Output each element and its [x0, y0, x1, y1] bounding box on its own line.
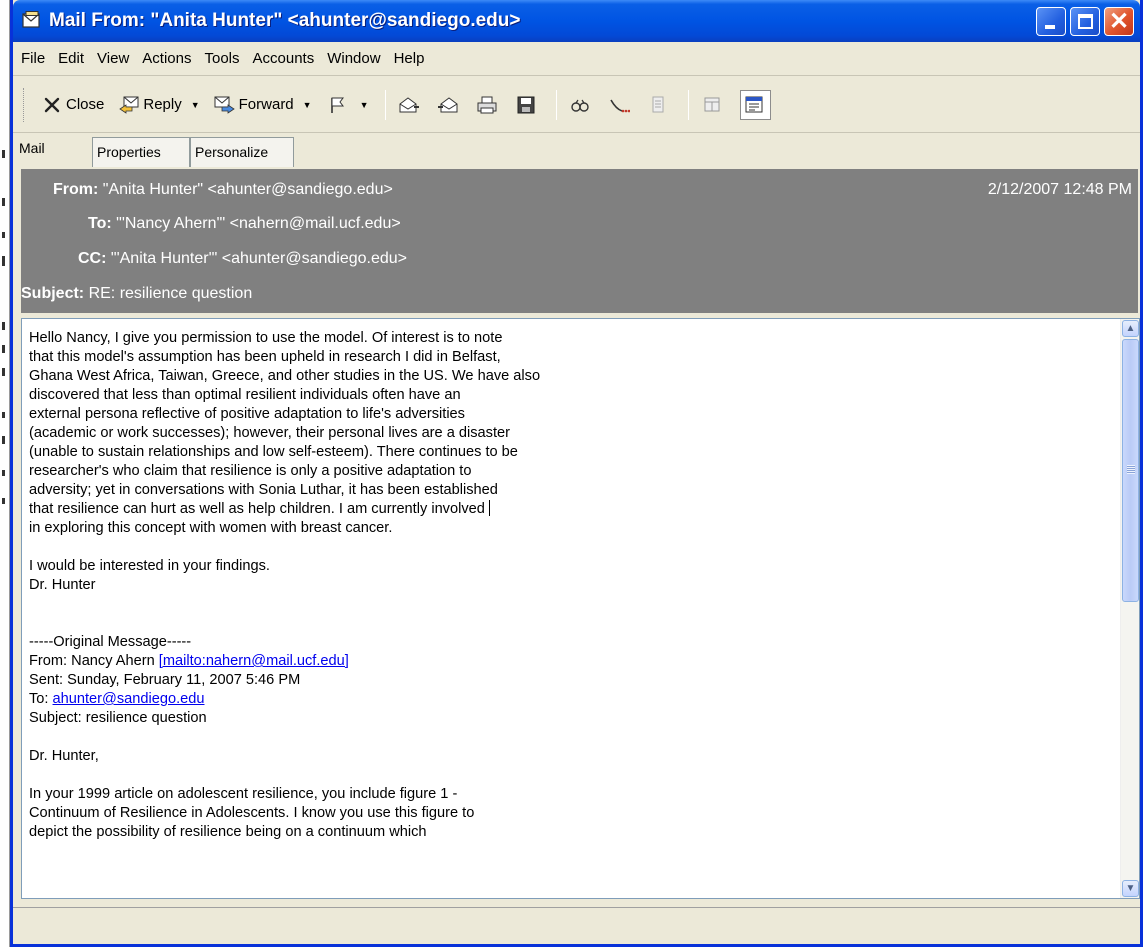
menu-edit[interactable]: Edit [58, 50, 84, 67]
menu-view[interactable]: View [97, 50, 129, 67]
original-from-mailto-link[interactable]: [mailto:nahern@mail.ucf.edu] [159, 653, 349, 669]
notes-button[interactable] [647, 90, 672, 120]
original-subject: Subject: resilience question [29, 710, 207, 726]
reply-icon [119, 96, 139, 114]
close-message-button[interactable]: Close [41, 90, 104, 120]
window-title: Mail From: "Anita Hunter" <ahunter@sandi… [49, 10, 521, 31]
toolbar-grip[interactable] [23, 87, 27, 122]
previous-message-icon [437, 96, 457, 112]
maximize-icon [1078, 14, 1093, 29]
flag-icon [330, 97, 344, 113]
to-row: To: "'Nancy Ahern'" <nahern@mail.ucf.edu… [88, 215, 401, 233]
reply-dropdown-icon[interactable]: ▼ [191, 100, 200, 110]
message-body[interactable]: Hello Nancy, I give you permission to us… [29, 329, 1114, 894]
original-body: In your 1999 article on adolescent resil… [29, 786, 475, 840]
subject-label: Subject: [21, 285, 85, 302]
view-layout-button[interactable] [701, 90, 726, 120]
print-button[interactable] [476, 90, 501, 120]
original-greeting: Dr. Hunter, [29, 748, 99, 764]
mail-window: Mail From: "Anita Hunter" <ahunter@sandi… [10, 0, 1143, 947]
address-book-button[interactable] [608, 90, 633, 120]
toolbar: Close Reply ▼ Forward ▼ ▼ [13, 77, 1140, 133]
original-to-text: To: [29, 691, 53, 707]
forward-button[interactable]: Forward ▼ [214, 90, 312, 120]
layout-icon [704, 97, 719, 111]
from-label: From: [53, 181, 99, 198]
maximize-button[interactable] [1070, 7, 1100, 36]
menu-bar: File Edit View Actions Tools Accounts Wi… [13, 42, 1140, 76]
message-tabs: Mail Properties Personalize [13, 133, 1140, 169]
menu-actions[interactable]: Actions [142, 50, 191, 67]
thumb-grip-icon [1127, 465, 1135, 474]
text-caret [488, 500, 490, 516]
original-message-separator: -----Original Message----- [29, 634, 192, 650]
message-header: From: "Anita Hunter" <ahunter@sandiego.e… [21, 169, 1138, 313]
subject-value: RE: resilience question [88, 285, 253, 302]
previous-message-button[interactable] [437, 90, 462, 120]
scroll-up-button[interactable]: ▲ [1122, 320, 1139, 337]
minimize-button[interactable] [1036, 7, 1066, 36]
from-row: From: "Anita Hunter" <ahunter@sandiego.e… [53, 181, 393, 199]
scroll-down-button[interactable]: ▼ [1122, 880, 1139, 897]
scroll-thumb[interactable] [1122, 339, 1139, 602]
message-closing: I would be interested in your findings. … [29, 558, 270, 593]
close-label: Close [66, 96, 105, 113]
find-button[interactable] [569, 90, 594, 120]
forward-dropdown-icon[interactable]: ▼ [303, 100, 312, 110]
tab-personalize[interactable]: Personalize [190, 137, 294, 167]
menu-tools[interactable]: Tools [204, 50, 239, 67]
message-window-icon [22, 11, 40, 28]
menu-file[interactable]: File [21, 50, 45, 67]
original-sent: Sent: Sunday, February 11, 2007 5:46 PM [29, 672, 301, 688]
to-label: To: [88, 215, 112, 232]
printer-icon [477, 96, 496, 113]
subject-row: Subject: RE: resilience question [21, 285, 252, 303]
message-body-pane[interactable]: Hello Nancy, I give you permission to us… [21, 318, 1140, 899]
preview-pane-toggle[interactable] [739, 89, 771, 120]
next-message-icon [399, 96, 419, 112]
reply-button[interactable]: Reply ▼ [118, 90, 200, 120]
forward-label: Forward [238, 96, 294, 113]
toolbar-separator [687, 89, 689, 120]
title-bar[interactable]: Mail From: "Anita Hunter" <ahunter@sandi… [13, 0, 1140, 42]
cc-row: CC: "'Anita Hunter'" <ahunter@sandiego.e… [78, 250, 407, 268]
next-message-button[interactable] [398, 90, 423, 120]
flag-dropdown-icon[interactable]: ▼ [360, 100, 369, 110]
menu-accounts[interactable]: Accounts [253, 50, 315, 67]
menu-window[interactable]: Window [327, 50, 380, 67]
minimize-icon [1045, 25, 1055, 29]
address-book-icon [609, 99, 630, 112]
cc-label: CC: [78, 250, 107, 267]
close-window-button[interactable]: ✕ [1104, 7, 1134, 36]
toolbar-separator [555, 89, 557, 120]
notes-icon [652, 96, 663, 112]
vertical-scrollbar[interactable]: ▲ ▼ [1120, 319, 1139, 898]
message-paragraph-end: in exploring this concept with women wit… [29, 520, 393, 536]
to-value[interactable]: "'Nancy Ahern'" <nahern@mail.ucf.edu> [116, 215, 401, 232]
preview-pane-icon [745, 96, 762, 112]
toolbar-separator [384, 89, 386, 120]
reply-label: Reply [143, 96, 182, 113]
tab-mail[interactable]: Mail [15, 134, 79, 168]
tab-properties[interactable]: Properties [92, 137, 190, 167]
binoculars-icon [570, 99, 589, 112]
message-paragraph: Hello Nancy, I give you permission to us… [29, 330, 541, 517]
original-from-text: From: Nancy Ahern [29, 653, 159, 669]
close-x-icon [44, 97, 60, 112]
original-to-email-link[interactable]: ahunter@sandiego.edu [53, 691, 205, 707]
status-bar [13, 907, 1140, 944]
save-disk-icon [517, 96, 534, 113]
forward-icon [214, 96, 235, 114]
flag-button[interactable]: ▼ [326, 90, 369, 120]
cc-value[interactable]: "'Anita Hunter'" <ahunter@sandiego.edu> [111, 250, 407, 267]
from-value[interactable]: "Anita Hunter" <ahunter@sandiego.edu> [103, 181, 393, 198]
save-button[interactable] [515, 90, 540, 120]
sent-date: 2/12/2007 12:48 PM [987, 181, 1132, 198]
background-window-edge [0, 0, 10, 947]
close-icon: ✕ [1109, 8, 1130, 35]
menu-help[interactable]: Help [394, 50, 425, 67]
